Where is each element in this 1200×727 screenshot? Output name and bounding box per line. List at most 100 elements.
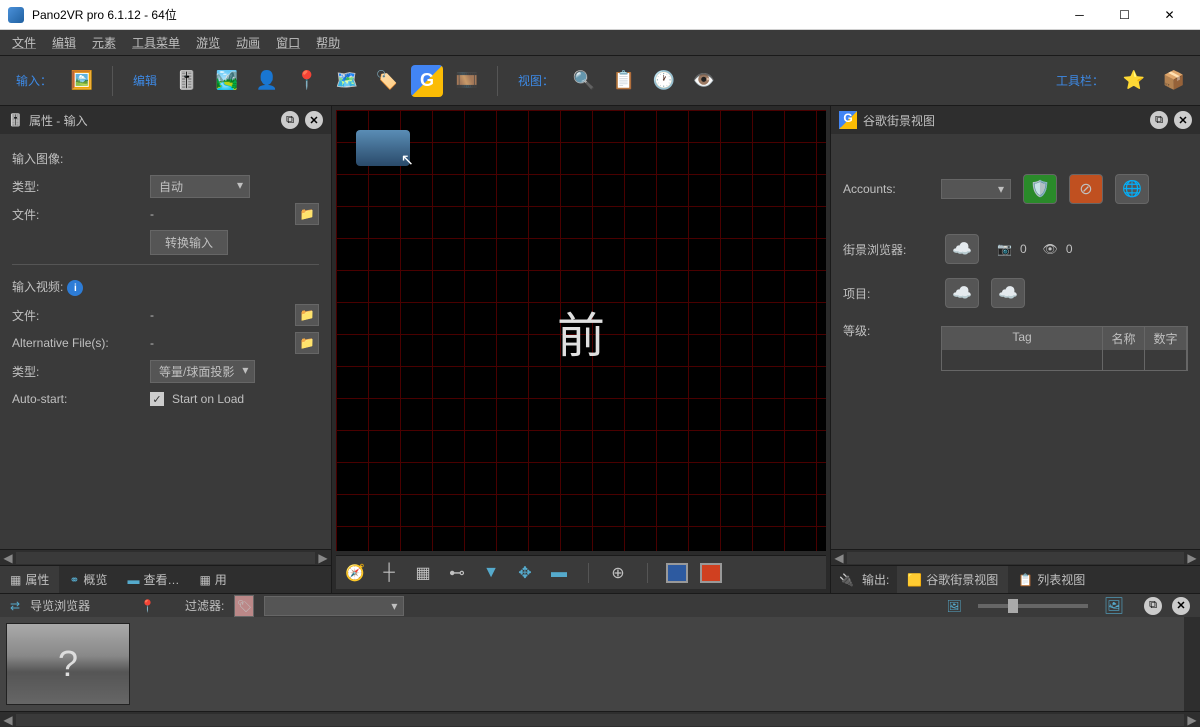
streetview-title: 谷歌街景视图 <box>863 112 1144 129</box>
altfiles-open-button[interactable]: 📁 <box>295 332 319 354</box>
info-icon[interactable]: i <box>67 280 83 296</box>
tour-vscrollbar[interactable] <box>1184 617 1200 711</box>
patch-icon[interactable]: 🏞️ <box>211 65 243 97</box>
file-open-button[interactable]: 📁 <box>295 203 319 225</box>
convert-button[interactable]: 转换输入 <box>150 230 228 255</box>
panel-close-button[interactable]: ✕ <box>305 111 323 129</box>
tag-filter-icon[interactable]: 🏷 <box>234 595 254 617</box>
popout-button[interactable]: ⧉ <box>1150 111 1168 129</box>
file-label: 文件: <box>12 206 142 223</box>
tab-view[interactable]: ▬查看… <box>117 566 189 593</box>
autostart-checkbox[interactable]: ✓ <box>150 392 164 406</box>
type-dropdown[interactable]: 自动 <box>150 175 250 198</box>
clipboard-icon[interactable]: 📋 <box>608 65 640 97</box>
target-icon[interactable]: ⊕ <box>607 562 629 584</box>
project-label: 项目: <box>843 285 933 302</box>
hotspot-icon[interactable]: 📍 <box>291 65 323 97</box>
tab-use[interactable]: ▦用 <box>189 566 236 593</box>
table-row[interactable] <box>942 350 1187 370</box>
menu-file[interactable]: 文件 <box>4 30 44 55</box>
right-hscrollbar[interactable]: ◀▶ <box>831 549 1200 565</box>
thumb-large-icon[interactable]: 🖼 <box>1104 596 1124 616</box>
skin-icon[interactable]: ⭐ <box>1118 65 1150 97</box>
canvas[interactable]: 前 <box>336 110 826 551</box>
color2-swatch[interactable] <box>700 563 722 583</box>
bottom-hscrollbar[interactable]: ◀▶ <box>0 711 1200 727</box>
left-hscrollbar[interactable]: ◀▶ <box>0 549 331 565</box>
binoculars-icon[interactable]: 🔍 <box>568 65 600 97</box>
google-icon: 🟨 <box>907 573 922 587</box>
props-icon: ▦ <box>10 573 21 587</box>
accounts-dropdown[interactable] <box>941 179 1011 199</box>
properties-header: 🎚️ 属性 - 输入 ⧉ ✕ <box>0 106 331 134</box>
sliders-icon: 🎚️ <box>8 113 23 127</box>
th-tag[interactable]: Tag <box>942 327 1103 350</box>
shield-check-icon[interactable]: 🛡️ <box>1023 174 1057 204</box>
menu-window[interactable]: 窗口 <box>268 30 308 55</box>
color1-swatch[interactable] <box>666 563 688 583</box>
properties-title: 属性 - 输入 <box>29 112 275 129</box>
remove-icon[interactable]: ⊘ <box>1069 174 1103 204</box>
tab-list[interactable]: 📋列表视图 <box>1008 566 1095 593</box>
refresh-icon[interactable]: 🌐 <box>1115 174 1149 204</box>
clock-icon[interactable]: 🕐 <box>648 65 680 97</box>
popout-button[interactable]: ⧉ <box>281 111 299 129</box>
crosshair-icon[interactable]: ┼ <box>378 562 400 584</box>
start-on-load-label: Start on Load <box>172 392 244 406</box>
compass-icon[interactable]: 🧭 <box>344 562 366 584</box>
animation-icon[interactable]: 🎞️ <box>451 65 483 97</box>
filter-dropdown[interactable] <box>264 596 404 616</box>
close-button[interactable]: ✕ <box>1147 0 1192 30</box>
menu-anim[interactable]: 动画 <box>228 30 268 55</box>
eye-icon[interactable]: 👁️ <box>688 65 720 97</box>
toolbar-input-label: 输入： <box>16 72 52 89</box>
cam-count: 0 <box>1020 242 1027 256</box>
menu-edit[interactable]: 编辑 <box>44 30 84 55</box>
input-panorama-icon[interactable]: 🖼️ <box>66 65 98 97</box>
streetview-body: Accounts: 🛡️ ⊘ 🌐 街景浏览器: ☁️ 📷 0 👁 0 项目: ☁… <box>831 134 1200 549</box>
panel-close-button[interactable]: ✕ <box>1172 597 1190 615</box>
map-icon[interactable]: 🗺️ <box>331 65 363 97</box>
tour-thumbnail[interactable] <box>6 623 130 705</box>
th-num[interactable]: 数字 <box>1145 327 1187 350</box>
tab-properties[interactable]: ▦属性 <box>0 566 59 593</box>
streetview-header: G 谷歌街景视图 ⧉ ✕ <box>831 106 1200 134</box>
thumb-small-icon[interactable]: 🖼 <box>946 599 961 613</box>
google-icon: G <box>839 111 857 129</box>
use-icon: ▦ <box>199 573 210 587</box>
user-icon[interactable]: 👤 <box>251 65 283 97</box>
panel-close-button[interactable]: ✕ <box>1174 111 1192 129</box>
cloud-download-icon[interactable]: ☁️ <box>991 278 1025 308</box>
tour-icon: ⇄ <box>10 599 20 613</box>
file-value: - <box>150 207 287 221</box>
separator <box>497 66 498 96</box>
menu-tools[interactable]: 工具菜单 <box>124 30 188 55</box>
tour-browser-header: ⇄ 导览浏览器 📍 过滤器: 🏷 🖼 🖼 ⧉ ✕ <box>0 594 1200 617</box>
level-icon[interactable]: ⊷ <box>446 562 468 584</box>
maximize-button[interactable]: ☐ <box>1102 0 1147 30</box>
output-icon[interactable]: 📦 <box>1158 65 1190 97</box>
minimize-button[interactable]: ─ <box>1057 0 1102 30</box>
cloud-upload-icon[interactable]: ☁️ <box>945 278 979 308</box>
menu-element[interactable]: 元素 <box>84 30 124 55</box>
pin-icon[interactable]: 📍 <box>140 599 155 613</box>
th-name[interactable]: 名称 <box>1103 327 1145 350</box>
tab-gsv[interactable]: 🟨谷歌街景视图 <box>897 566 1008 593</box>
cloud-search-icon[interactable]: ☁️ <box>945 234 979 264</box>
thumb-size-slider[interactable] <box>978 604 1088 608</box>
toolbar-panel-label: 工具栏： <box>1056 72 1104 89</box>
menu-help[interactable]: 帮助 <box>308 30 348 55</box>
tag-icon[interactable]: 🏷️ <box>371 65 403 97</box>
google-icon[interactable]: G <box>411 65 443 97</box>
grid-icon[interactable]: ▦ <box>412 562 434 584</box>
sliders-icon[interactable]: 🎚️ <box>171 65 203 97</box>
pano-icon[interactable]: ▬ <box>548 562 570 584</box>
fov-icon[interactable]: ▼ <box>480 562 502 584</box>
file2-open-button[interactable]: 📁 <box>295 304 319 326</box>
tab-overview[interactable]: ⚭概览 <box>59 566 117 593</box>
menu-tour[interactable]: 游览 <box>188 30 228 55</box>
popout-button[interactable]: ⧉ <box>1144 597 1162 615</box>
type2-dropdown[interactable]: 等量/球面投影 <box>150 360 255 383</box>
move-icon[interactable]: ✥ <box>514 562 536 584</box>
panorama-drop-icon[interactable] <box>356 130 410 166</box>
